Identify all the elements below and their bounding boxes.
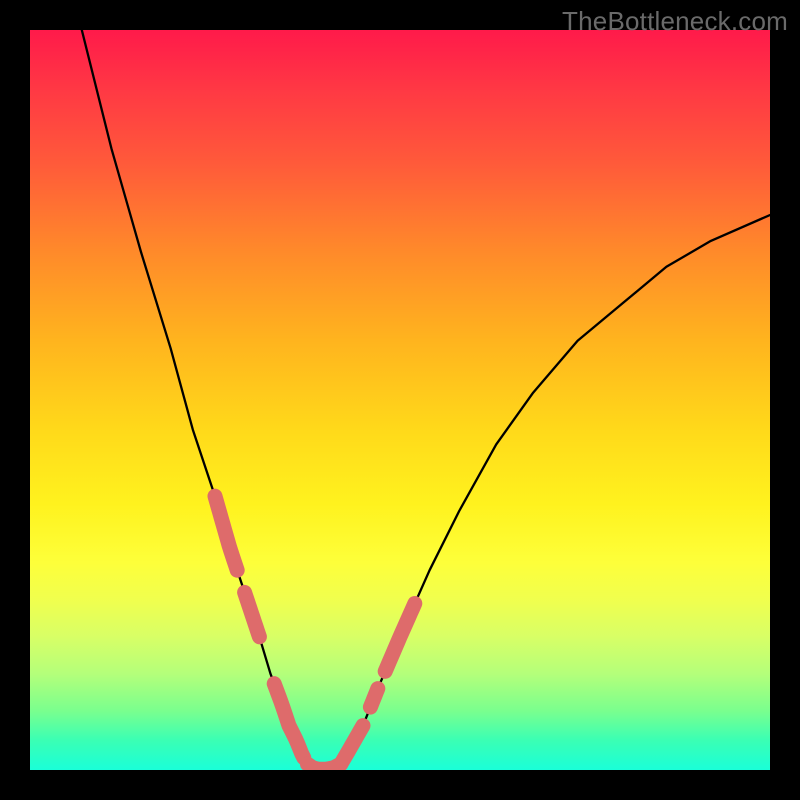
highlight-dots xyxy=(215,496,415,769)
highlight-segment-0 xyxy=(215,496,237,570)
highlight-segment-2 xyxy=(274,684,304,758)
highlight-segment-5 xyxy=(370,689,377,708)
curve-layer xyxy=(30,30,770,770)
curve-right-branch xyxy=(341,215,770,764)
plot-area xyxy=(30,30,770,770)
highlight-segment-6 xyxy=(385,604,415,672)
highlight-segment-4 xyxy=(341,726,363,764)
highlight-segment-1 xyxy=(245,592,260,636)
watermark-text: TheBottleneck.com xyxy=(562,6,788,37)
chart-frame: TheBottleneck.com xyxy=(0,0,800,800)
curve-left-branch xyxy=(82,30,308,764)
